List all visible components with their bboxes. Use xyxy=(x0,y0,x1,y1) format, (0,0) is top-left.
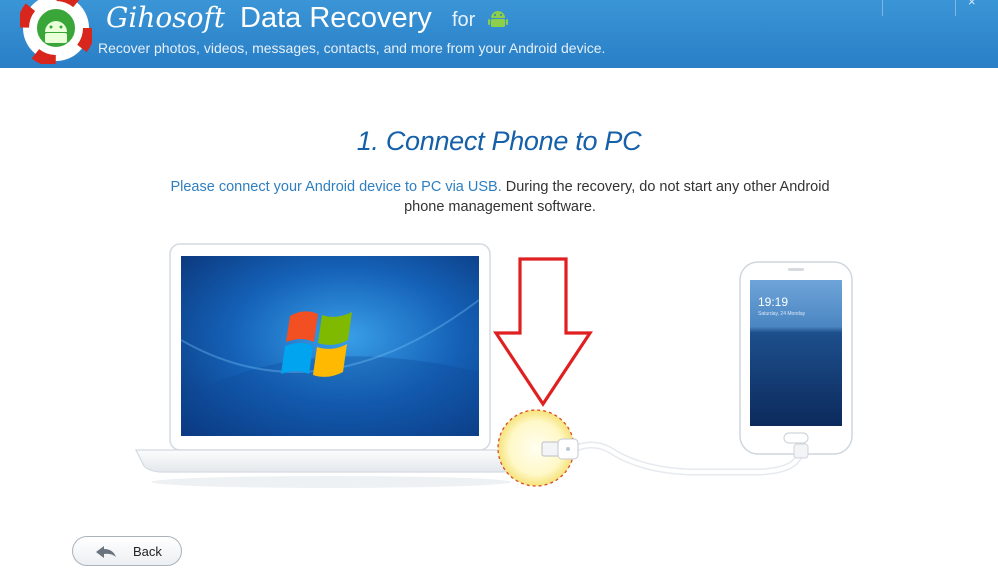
phone-illustration: 19:19 Saturday, 24 Monday xyxy=(739,261,853,455)
down-arrow-icon xyxy=(493,257,593,407)
laptop-illustration xyxy=(135,243,527,488)
connection-illustration: 19:19 Saturday, 24 Monday xyxy=(135,243,853,488)
back-button[interactable]: Back xyxy=(72,536,182,566)
back-button-label: Back xyxy=(133,544,162,559)
phone-date: Saturday, 24 Monday xyxy=(758,311,806,317)
back-arrow-icon xyxy=(96,546,116,558)
usb-plug-icon xyxy=(541,438,579,460)
phone-clock: 19:19 xyxy=(758,295,788,309)
